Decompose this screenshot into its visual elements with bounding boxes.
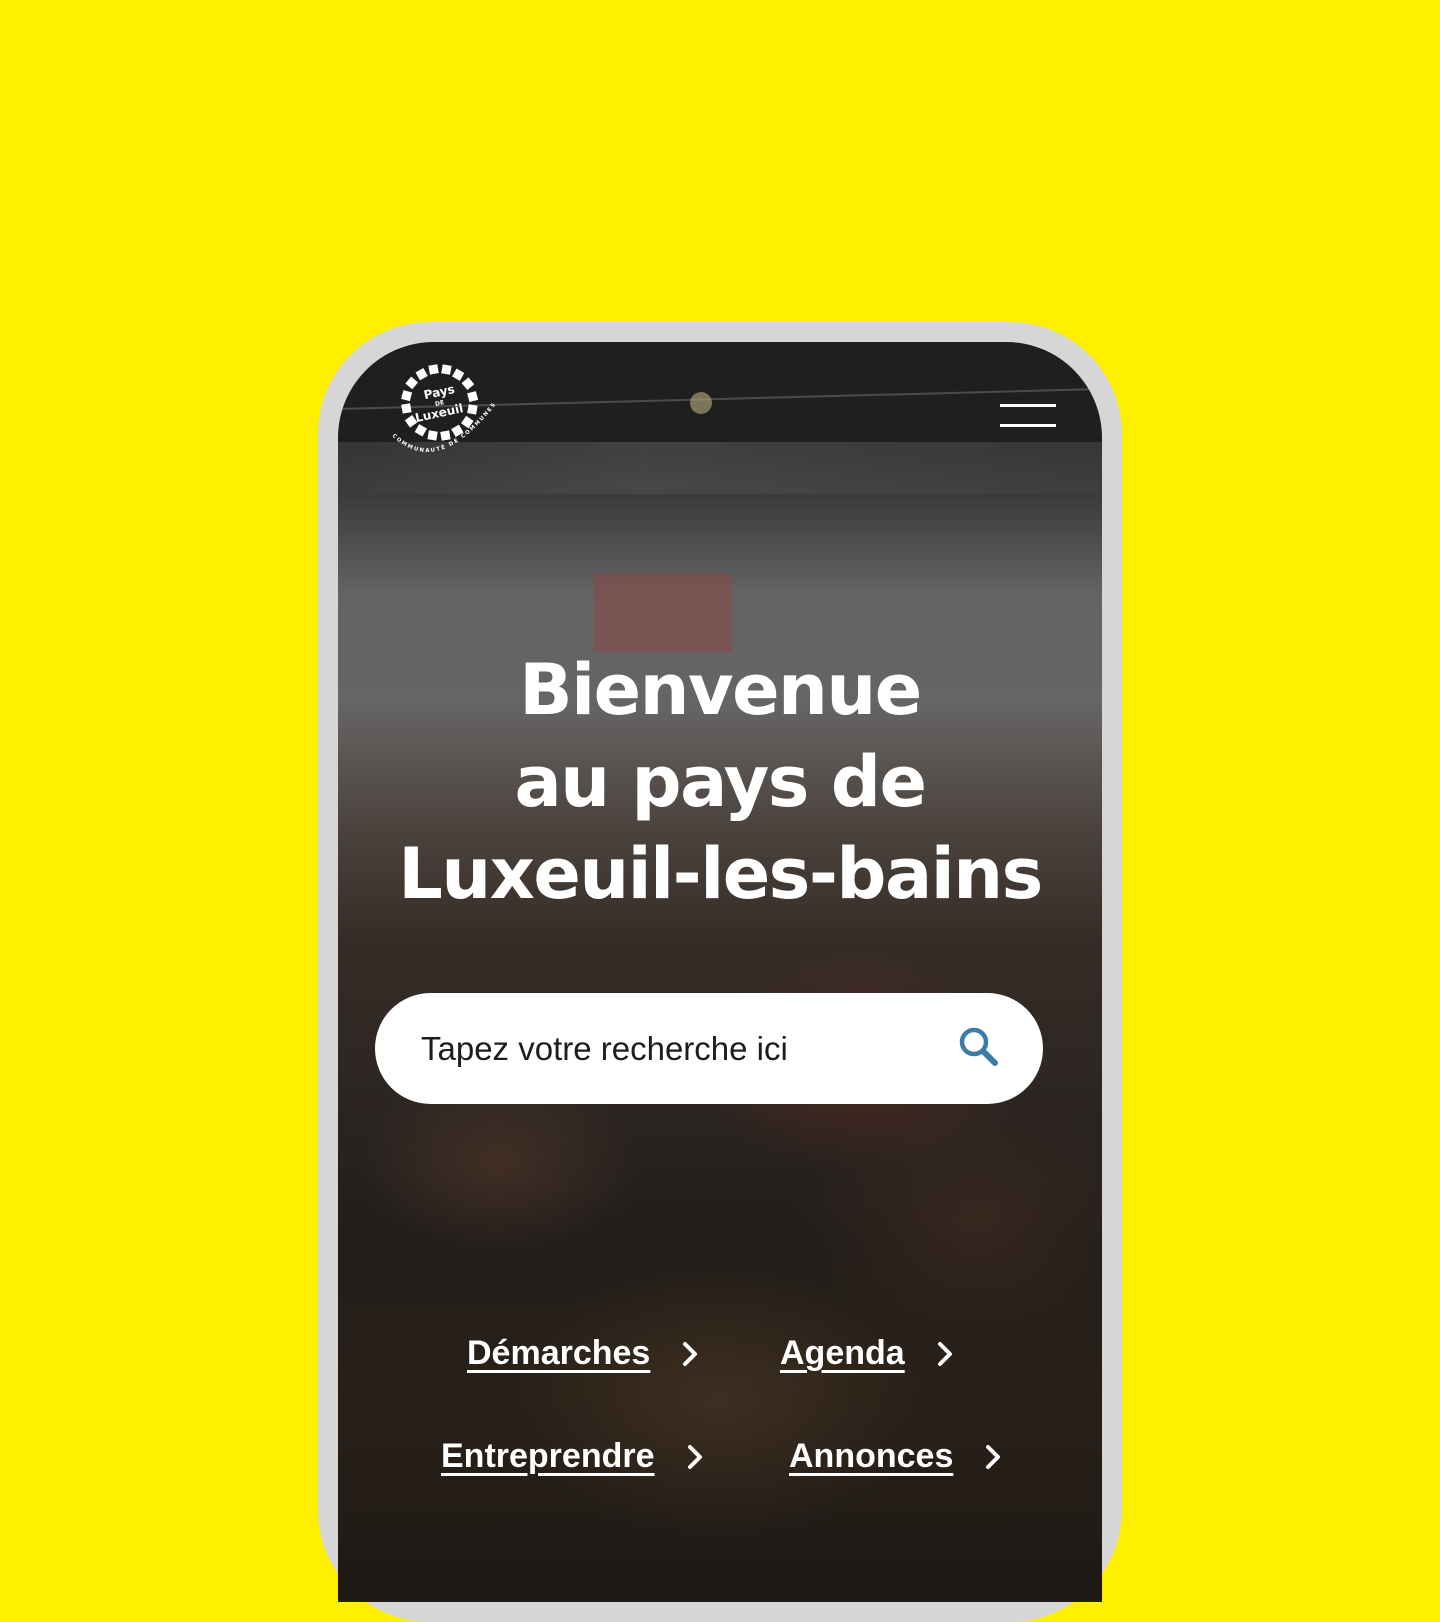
search-input[interactable] bbox=[421, 993, 941, 1104]
hanging-bulb bbox=[690, 392, 712, 414]
menu-icon-line bbox=[1000, 404, 1056, 407]
hero-title-line: Luxeuil-les-bains bbox=[398, 833, 1043, 915]
quick-link-demarches[interactable]: Démarches bbox=[467, 1334, 702, 1373]
quick-link-entreprendre[interactable]: Entreprendre bbox=[441, 1437, 707, 1476]
hero-title: Bienvenue au pays de Luxeuil-les-bains bbox=[338, 644, 1102, 920]
search-icon bbox=[959, 1027, 998, 1066]
chevron-right-icon bbox=[986, 1444, 1001, 1469]
background-sign bbox=[594, 574, 732, 652]
chevron-right-icon bbox=[937, 1341, 952, 1366]
quick-link-agenda[interactable]: Agenda bbox=[780, 1334, 957, 1373]
hero-title-line: Bienvenue bbox=[519, 649, 922, 731]
hero-background-photo bbox=[338, 342, 1102, 1602]
menu-icon-line bbox=[1000, 424, 1056, 427]
hamburger-menu-button[interactable] bbox=[996, 398, 1060, 434]
pays-de-luxeuil-logo-icon: Pays DE Luxeuil COMMUNAUTÉ DE COMMUNES bbox=[391, 364, 496, 454]
quick-link-annonces[interactable]: Annonces bbox=[789, 1437, 1005, 1476]
chevron-right-icon bbox=[683, 1341, 698, 1366]
site-logo[interactable]: Pays DE Luxeuil COMMUNAUTÉ DE COMMUNES bbox=[378, 362, 508, 468]
search-bar bbox=[375, 993, 1043, 1104]
quick-link-label: Entreprendre bbox=[441, 1437, 655, 1475]
quick-link-label: Démarches bbox=[467, 1334, 651, 1372]
hero-title-line: au pays de bbox=[514, 741, 927, 823]
chevron-right-icon bbox=[687, 1444, 702, 1469]
quick-link-label: Annonces bbox=[789, 1437, 954, 1475]
quick-link-label: Agenda bbox=[780, 1334, 905, 1372]
search-button[interactable] bbox=[955, 1023, 1005, 1073]
